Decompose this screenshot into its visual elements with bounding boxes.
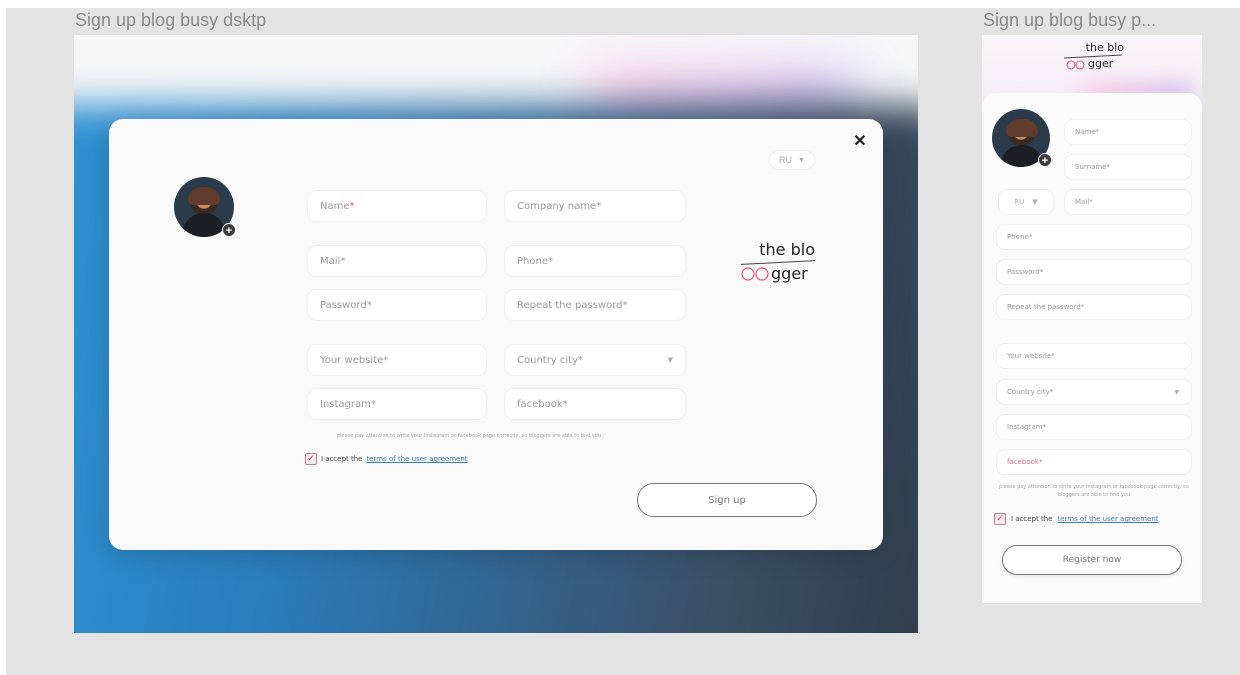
password-placeholder: Password*: [320, 299, 372, 311]
name-field[interactable]: Name*: [307, 190, 487, 222]
language-select[interactable]: RU ▼: [769, 150, 815, 170]
language-value: RU: [1014, 198, 1025, 206]
signup-modal: ✕ RU ▼ + Name * Company name* Mail* Phone…: [109, 119, 883, 550]
website-field[interactable]: Your website*: [996, 343, 1192, 369]
phone-frame: the blo gger + Name* Surname* RU ▼ Mail*: [982, 35, 1202, 603]
mail-field[interactable]: Mail*: [1064, 189, 1192, 215]
instagram-placeholder: Instagram*: [320, 398, 376, 410]
country-city-select[interactable]: Country city* ▼: [996, 379, 1192, 405]
terms-row: ✓ I accept the terms of the user agreeme…: [305, 453, 468, 465]
phone-signup-card: + Name* Surname* RU ▼ Mail* Phone* Passw…: [982, 93, 1202, 603]
instagram-field[interactable]: Instagram*: [996, 414, 1192, 440]
logo-text-bottom: gger: [1088, 57, 1114, 70]
social-hint: please pay attention to write your Insta…: [337, 433, 602, 439]
logo-rings-icon: [741, 267, 769, 281]
repeat-password-placeholder: Repeat the password*: [1007, 303, 1085, 311]
password-field[interactable]: Password*: [996, 259, 1192, 285]
required-mark: *: [349, 200, 355, 212]
password-placeholder: Password*: [1007, 268, 1044, 276]
facebook-placeholder: facebook*: [1007, 458, 1043, 466]
repeat-password-placeholder: Repeat the password*: [517, 299, 628, 311]
company-placeholder: Company name*: [517, 200, 602, 212]
terms-row: ✓ I accept the terms of the user agreeme…: [994, 513, 1159, 525]
terms-checkbox[interactable]: ✓: [305, 453, 317, 465]
country-city-select[interactable]: Country city* ▼: [504, 344, 686, 376]
chevron-down-icon: ▼: [1032, 198, 1038, 206]
terms-prefix: I accept the: [1011, 515, 1053, 523]
website-placeholder: Your website*: [320, 354, 389, 366]
register-now-button[interactable]: Register now: [1002, 545, 1182, 575]
brand-logo: the blo gger: [737, 240, 821, 286]
logo-text-top: the blo: [759, 240, 815, 259]
plus-icon[interactable]: +: [222, 223, 236, 237]
instagram-placeholder: Instagram*: [1007, 423, 1047, 431]
phone-placeholder: Phone*: [517, 255, 553, 267]
brand-logo: the blo gger: [1064, 41, 1124, 73]
instagram-field[interactable]: Instagram*: [307, 388, 487, 420]
facebook-field[interactable]: facebook*: [504, 388, 686, 420]
frame-title-desktop[interactable]: Sign up blog busy dsktp: [75, 10, 266, 31]
terms-checkbox[interactable]: ✓: [994, 513, 1006, 525]
chevron-down-icon: ▼: [1174, 388, 1179, 396]
terms-link[interactable]: terms of the user agreement: [1057, 515, 1158, 523]
terms-prefix: I accept the: [321, 455, 363, 463]
plus-icon[interactable]: +: [1038, 153, 1052, 167]
mail-field[interactable]: Mail*: [307, 245, 487, 277]
frame-title-phone[interactable]: Sign up blog busy p...: [983, 10, 1156, 31]
company-name-field[interactable]: Company name*: [504, 190, 686, 222]
name-placeholder: Name: [320, 200, 350, 212]
phone-field[interactable]: Phone*: [504, 245, 686, 277]
repeat-password-field[interactable]: Repeat the password*: [504, 289, 686, 321]
social-hint: please pay attention to write your Insta…: [999, 484, 1189, 498]
phone-placeholder: Phone*: [1007, 233, 1033, 241]
chevron-down-icon: ▼: [798, 156, 805, 164]
surname-placeholder: Surname*: [1075, 163, 1110, 171]
website-placeholder: Your website*: [1007, 352, 1055, 360]
password-field[interactable]: Password*: [307, 289, 487, 321]
facebook-field[interactable]: facebook*: [996, 449, 1192, 475]
surname-field[interactable]: Surname*: [1064, 154, 1192, 180]
phone-field[interactable]: Phone*: [996, 224, 1192, 250]
logo-rings-icon: [1066, 60, 1085, 70]
country-city-placeholder: Country city*: [1007, 388, 1054, 396]
close-button[interactable]: ✕: [851, 133, 869, 151]
avatar-upload[interactable]: +: [992, 109, 1052, 167]
logo-text-top: the blo: [1085, 41, 1124, 54]
repeat-password-field[interactable]: Repeat the password*: [996, 294, 1192, 320]
name-field[interactable]: Name*: [1064, 119, 1192, 145]
facebook-placeholder: facebook*: [517, 398, 568, 410]
desktop-frame: ✕ RU ▼ + Name * Company name* Mail* Phone…: [74, 35, 918, 633]
chevron-down-icon: ▼: [667, 356, 673, 364]
language-value: RU: [779, 155, 793, 165]
sign-up-button[interactable]: Sign up: [637, 483, 817, 517]
mail-placeholder: Mail*: [320, 255, 346, 267]
website-field[interactable]: Your website*: [307, 344, 487, 376]
language-select[interactable]: RU ▼: [998, 189, 1054, 215]
terms-link[interactable]: terms of the user agreement: [366, 455, 467, 463]
name-placeholder: Name*: [1075, 128, 1100, 136]
avatar-upload[interactable]: +: [174, 177, 236, 237]
mail-placeholder: Mail*: [1075, 198, 1093, 206]
country-city-placeholder: Country city*: [517, 354, 584, 366]
logo-text-bottom: gger: [771, 264, 808, 283]
